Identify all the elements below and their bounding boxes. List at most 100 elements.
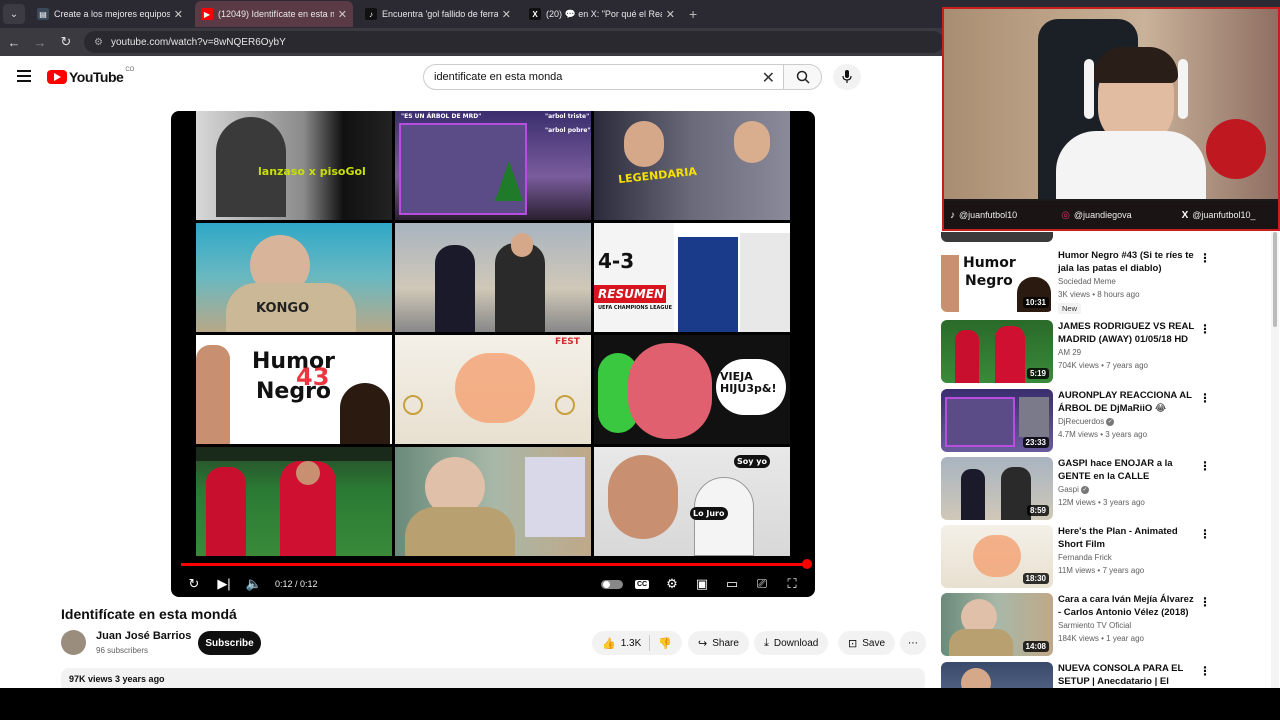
more-vertical-icon[interactable]: ⋮	[1199, 251, 1211, 265]
search-input[interactable]: identificate en esta monda ✕	[423, 64, 784, 90]
clear-search-icon[interactable]: ✕	[762, 68, 775, 88]
forward-icon[interactable]: →	[28, 35, 52, 50]
rec-thumbnail[interactable]: 18:30	[941, 525, 1053, 588]
channel-avatar[interactable]	[61, 630, 86, 655]
tab-title: Create a los mejores equipos co	[54, 9, 170, 19]
cast-icon[interactable]: ⎚	[747, 573, 777, 595]
social-handle: @juandiegova	[1073, 210, 1132, 220]
rec-thumbnail[interactable]: 23:33	[941, 389, 1053, 452]
description-box[interactable]: 97K views 3 years ago	[61, 668, 925, 688]
miniplayer-icon[interactable]: ▣	[687, 573, 717, 595]
thumbs-up-icon: 👍	[602, 637, 616, 650]
rec-meta: 3K views • 8 hours ago	[1058, 290, 1140, 299]
recommendation-item[interactable]: 23:33 AURONPLAY REACCIONA AL ÁRBOL DE Dj…	[941, 389, 1271, 453]
browser-tab-4[interactable]: X (20) 💬 en X: "Por qué el Real M ✕	[523, 1, 681, 27]
rec-title[interactable]: Here's the Plan - Animated Short Film	[1058, 525, 1194, 551]
recommendation-item[interactable]: 5:19 JAMES RODRIGUEZ VS REAL MADRID (AWA…	[941, 320, 1271, 384]
back-icon[interactable]: ←	[2, 35, 26, 50]
rec-thumbnail[interactable]: Humor Negro 10:31	[941, 249, 1053, 312]
rec-channel[interactable]: Sociedad Meme	[1058, 277, 1116, 286]
replay-icon[interactable]: ↻	[179, 573, 209, 595]
next-icon[interactable]: ▶|	[209, 573, 239, 595]
recommendation-item[interactable]: NUEVA CONSOLA PARA EL SETUP | Anecdatari…	[941, 662, 1271, 688]
rec-title[interactable]: NUEVA CONSOLA PARA EL SETUP | Anecdatari…	[1058, 662, 1194, 688]
rec-channel[interactable]: Sarmiento TV Oficial	[1058, 621, 1131, 630]
volume-icon[interactable]: 🔈	[239, 573, 269, 595]
rec-thumbnail[interactable]	[941, 662, 1053, 688]
rec-thumbnail[interactable]: 14:08	[941, 593, 1053, 656]
close-tab-icon[interactable]: ✕	[502, 8, 511, 21]
browser-tab-1[interactable]: ▤ Create a los mejores equipos co ✕	[31, 1, 189, 27]
new-tab-icon[interactable]: +	[689, 6, 697, 22]
more-vertical-icon[interactable]: ⋮	[1199, 391, 1211, 405]
progress-scrubber[interactable]	[802, 559, 812, 569]
duration: 8:59	[1026, 505, 1049, 516]
download-button[interactable]: ⤓ Download	[754, 631, 829, 655]
social-handle: @juanfutbol10_	[1192, 210, 1256, 220]
recommendation-item[interactable]: 8:59 GASPI hace ENOJAR a la GENTE en la …	[941, 457, 1271, 521]
subtitles-icon[interactable]: CC	[627, 573, 657, 595]
site-info-icon[interactable]: ⚙	[94, 37, 103, 48]
duration: 5:19	[1026, 368, 1049, 379]
more-actions-button[interactable]: ⋯	[900, 631, 926, 655]
dislike-button[interactable]: 👎	[650, 637, 685, 650]
recommendation-item[interactable]: 18:30 Here's the Plan - Animated Short F…	[941, 525, 1271, 589]
reload-icon[interactable]: ↻	[54, 34, 78, 50]
recommendation-item[interactable]: Humor Negro 10:31 Humor Negro #43 (Si te…	[941, 249, 1271, 314]
browser-tab-2[interactable]: ▶ (12049) Identifícate en esta mo ✕	[195, 1, 353, 27]
collage-tile-10	[196, 447, 392, 556]
rec-title[interactable]: JAMES RODRIGUEZ VS REAL MADRID (AWAY) 01…	[1058, 320, 1194, 346]
more-vertical-icon[interactable]: ⋮	[1199, 595, 1211, 609]
rec-title[interactable]: Cara a cara Iván Mejía Álvarez - Carlos …	[1058, 593, 1194, 619]
more-vertical-icon[interactable]: ⋮	[1199, 459, 1211, 473]
rec-meta: 12M views • 3 years ago	[1058, 498, 1145, 507]
youtube-logo[interactable]: YouTube CO	[47, 67, 134, 85]
fullscreen-icon[interactable]: ⛶	[777, 573, 807, 595]
voice-search-button[interactable]	[833, 64, 861, 90]
rec-title[interactable]: AURONPLAY REACCIONA AL ÁRBOL DE DjMaRiiO…	[1058, 389, 1194, 415]
subscribe-button[interactable]: Subscribe	[198, 631, 261, 655]
rec-channel[interactable]: Fernanda Frick	[1058, 553, 1112, 562]
tiktok-favicon-icon: ♪	[365, 8, 377, 20]
new-badge: New	[1058, 303, 1082, 314]
like-button[interactable]: 👍 1.3K	[592, 635, 651, 651]
search-icon	[796, 70, 810, 84]
save-label: Save	[862, 637, 886, 649]
video-player[interactable]: lanzaso x pisoGol "ES UN ÁRBOL DE MRD" "…	[171, 111, 815, 597]
rec-thumbnail[interactable]: 8:59	[941, 457, 1053, 520]
browser-tab-3[interactable]: ♪ Encuentra 'gol fallido de ferran ✕	[359, 1, 517, 27]
verified-icon: ✓	[1106, 417, 1115, 426]
more-vertical-icon[interactable]: ⋮	[1199, 322, 1211, 336]
more-vertical-icon[interactable]: ⋮	[1199, 664, 1211, 678]
save-button[interactable]: ⊡ Save	[838, 631, 896, 655]
taskbar	[0, 688, 1280, 720]
progress-bar[interactable]	[181, 563, 805, 566]
menu-icon[interactable]	[17, 70, 31, 85]
close-tab-icon[interactable]: ✕	[338, 8, 347, 21]
rec-title[interactable]: GASPI hace ENOJAR a la GENTE en la CALLE	[1058, 457, 1194, 483]
collage-tile-4: KONGO	[196, 223, 392, 332]
webcam-overlay: ♪ @juanfutbol10 ◎ @juandiegova X @juanfu…	[942, 7, 1280, 231]
settings-gear-icon[interactable]: ⚙	[657, 573, 687, 595]
rec-title[interactable]: Humor Negro #43 (Si te ríes te jala las …	[1058, 249, 1194, 275]
partial-thumbnail[interactable]	[941, 232, 1053, 242]
close-tab-icon[interactable]: ✕	[174, 8, 183, 21]
scrollbar-thumb[interactable]	[1273, 232, 1277, 327]
rec-channel[interactable]: DjRecuerdos ✓	[1058, 417, 1115, 426]
rec-channel[interactable]: Gaspi ✓	[1058, 485, 1089, 494]
collage-tile-9: VIEJA HIJU3p&!	[594, 335, 790, 444]
rec-channel[interactable]: AM 29	[1058, 348, 1081, 357]
rec-thumbnail[interactable]: 5:19	[941, 320, 1053, 383]
more-vertical-icon[interactable]: ⋮	[1199, 527, 1211, 541]
channel-name[interactable]: Juan José Barrios	[96, 630, 191, 642]
recommendation-item[interactable]: 14:08 Cara a cara Iván Mejía Álvarez - C…	[941, 593, 1271, 657]
time-display: 0:12 / 0:12	[275, 579, 318, 589]
close-tab-icon[interactable]: ✕	[666, 8, 675, 21]
sidebar-scrollbar[interactable]	[1271, 232, 1279, 688]
url-field[interactable]: ⚙ youtube.com/watch?v=8wNQER6OybY	[84, 31, 944, 53]
autoplay-toggle[interactable]	[597, 573, 627, 595]
tab-list-button[interactable]: ⌄	[3, 4, 25, 24]
search-button[interactable]	[784, 64, 822, 90]
share-button[interactable]: ↪ Share	[688, 631, 749, 655]
theater-mode-icon[interactable]: ▭	[717, 573, 747, 595]
